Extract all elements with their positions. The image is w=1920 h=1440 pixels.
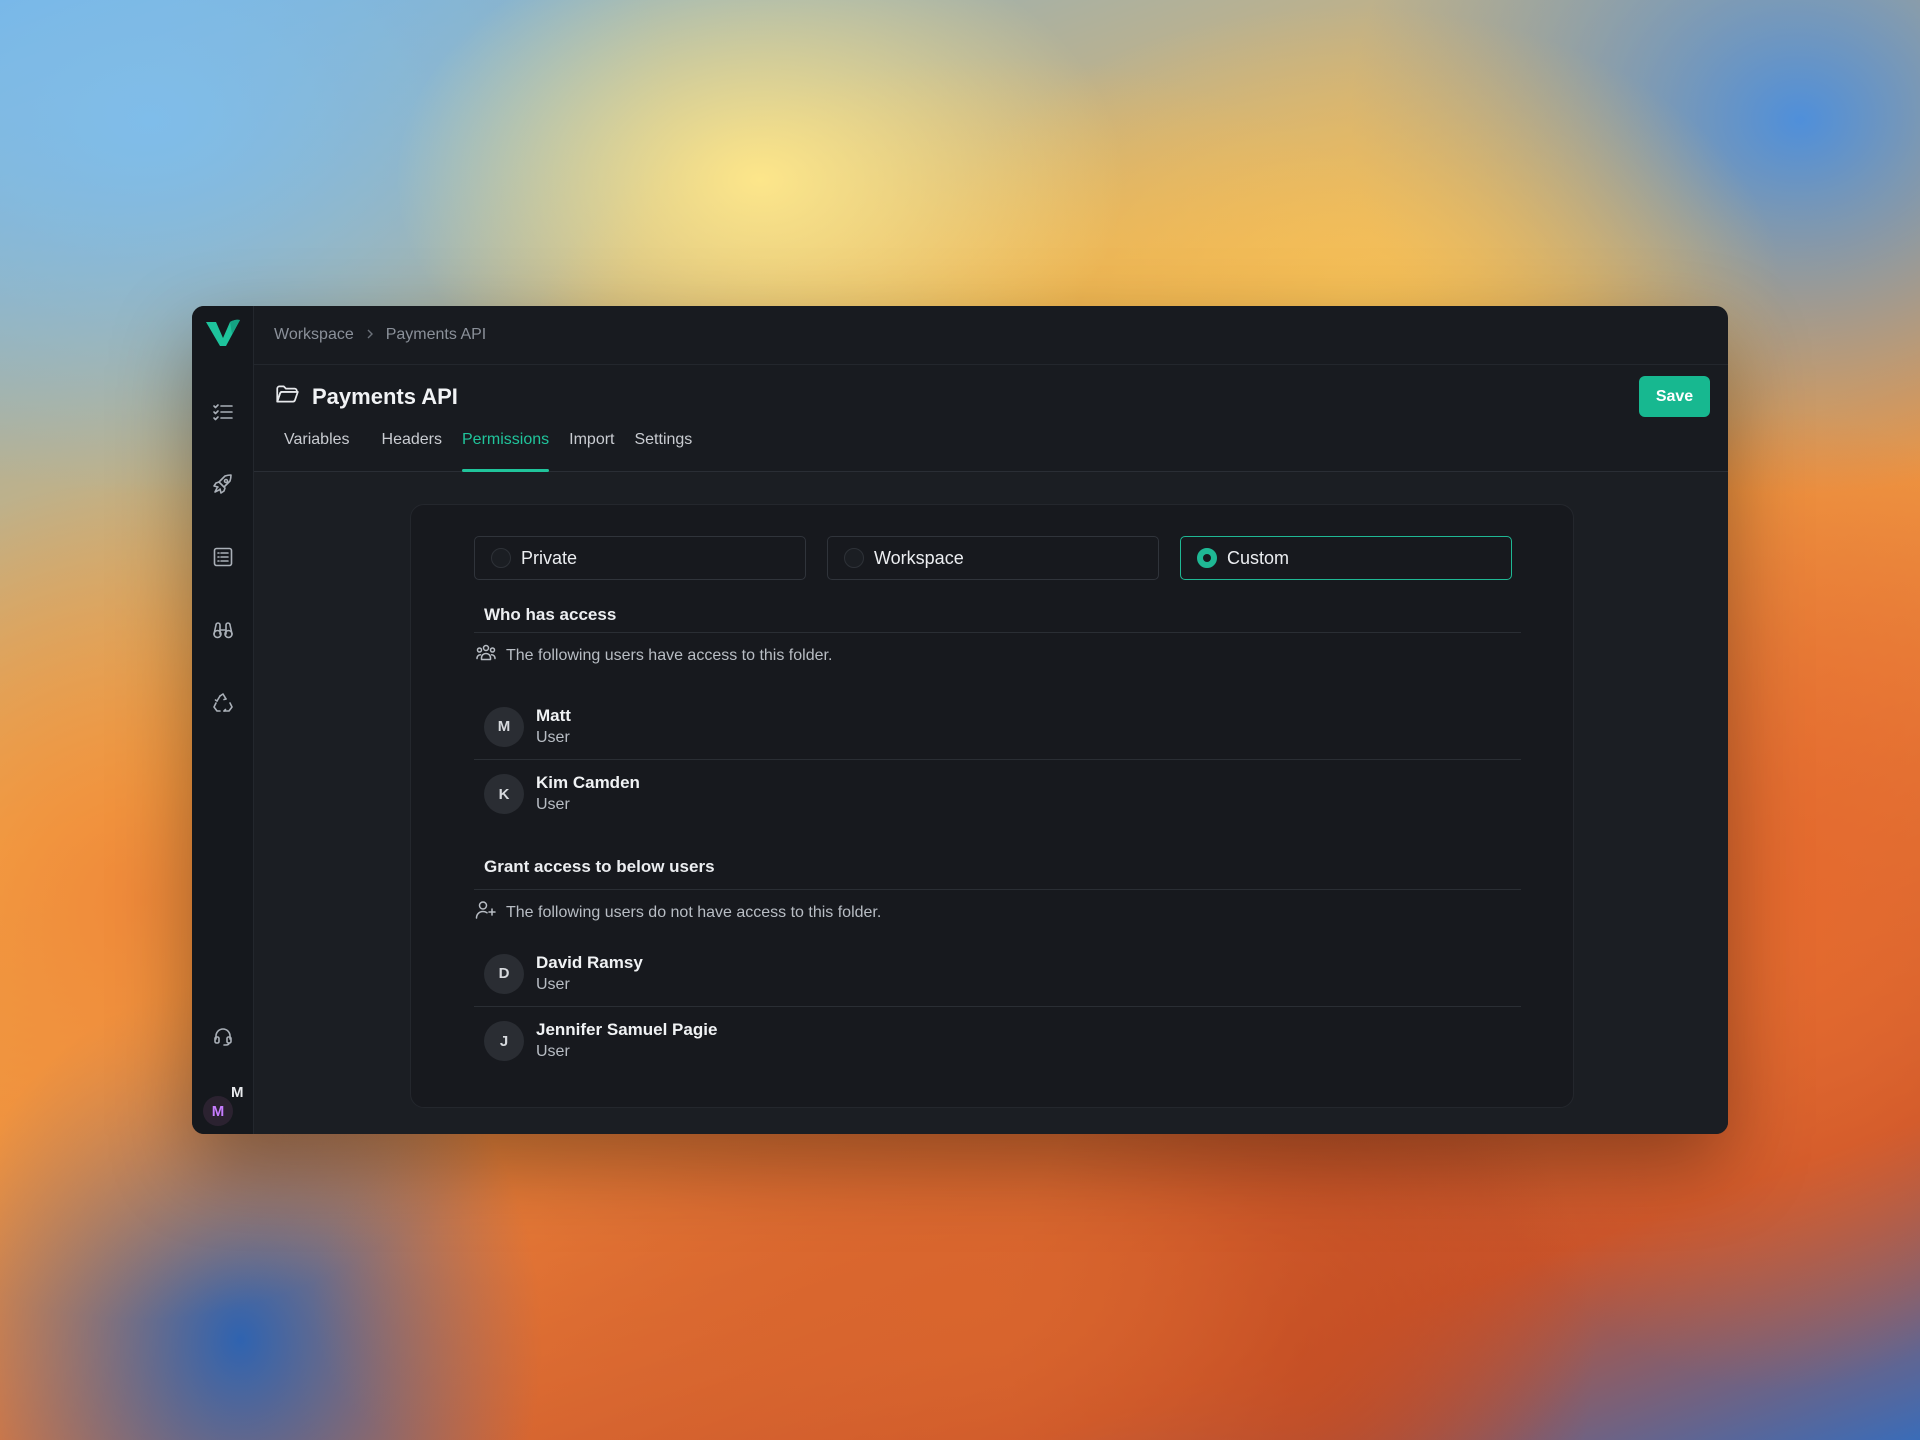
avatar: K	[484, 774, 524, 814]
access-user-row[interactable]: M Matt User	[474, 694, 1521, 760]
user-plus-icon	[474, 898, 498, 927]
access-user-row[interactable]: K Kim Camden User	[474, 761, 1521, 827]
user-name: David Ramsy	[536, 952, 643, 972]
main-area: Workspace Payments API Payments API Save…	[254, 306, 1728, 1134]
sidebar: M M	[192, 306, 254, 1134]
binoculars-icon[interactable]	[207, 614, 239, 646]
page-title: Payments API	[312, 383, 458, 409]
user-role: User	[536, 975, 570, 993]
user-avatar[interactable]: M M	[203, 1084, 244, 1126]
headset-icon[interactable]	[207, 1020, 239, 1052]
app-logo[interactable]	[204, 316, 242, 350]
visibility-workspace-label: Workspace	[874, 547, 964, 568]
breadcrumb: Workspace Payments API	[254, 306, 1728, 365]
divider	[474, 632, 1521, 633]
tab-bar: Variables Headers Permissions Import Set…	[274, 427, 702, 472]
avatar: J	[484, 1021, 524, 1061]
radio-button[interactable]	[491, 548, 511, 568]
who-has-access-title: Who has access	[484, 605, 617, 624]
visibility-workspace-option[interactable]: Workspace	[827, 536, 1159, 580]
save-button[interactable]: Save	[1639, 376, 1710, 417]
permissions-card: Private Workspace Custom Who has access …	[410, 504, 1574, 1108]
user-name: Matt	[536, 705, 571, 725]
description-text: The following users do not have access t…	[506, 903, 882, 921]
visibility-custom-label: Custom	[1227, 547, 1290, 568]
radio-button-selected[interactable]	[1197, 548, 1217, 568]
user-role: User	[536, 796, 570, 813]
rocket-icon[interactable]	[207, 468, 239, 500]
divider	[474, 889, 1521, 890]
checklist-icon[interactable]	[207, 396, 239, 428]
grant-access-description: The following users do not have access t…	[474, 898, 881, 927]
user-role: User	[536, 728, 570, 746]
tab-import[interactable]: Import	[559, 427, 624, 472]
grant-user-row[interactable]: D David Ramsy User	[474, 941, 1521, 1007]
tab-variables[interactable]: Variables	[274, 427, 360, 472]
avatar: D	[484, 953, 524, 994]
tab-settings[interactable]: Settings	[624, 427, 702, 472]
description-text: The following users have access to this …	[506, 646, 833, 664]
visibility-custom-option[interactable]: Custom	[1180, 536, 1512, 580]
folder-icon	[274, 381, 300, 412]
page-header: Payments API Save Variables Headers Perm…	[254, 365, 1728, 472]
user-avatar-badge: M	[231, 1084, 244, 1101]
radio-button[interactable]	[844, 548, 864, 568]
visibility-private-option[interactable]: Private	[474, 536, 806, 580]
tab-permissions[interactable]: Permissions	[462, 427, 550, 472]
breadcrumb-workspace[interactable]: Workspace	[274, 326, 354, 344]
user-name: Jennifer Samuel Pagie	[536, 1020, 718, 1039]
who-has-access-description: The following users have access to this …	[474, 641, 832, 670]
grant-access-title: Grant access to below users	[484, 857, 715, 876]
user-avatar-initial: M	[203, 1096, 233, 1126]
users-group-icon	[474, 641, 498, 670]
user-name: Kim Camden	[536, 773, 640, 792]
breadcrumb-current[interactable]: Payments API	[386, 326, 487, 344]
recycle-icon[interactable]	[207, 687, 239, 719]
app-window: M M Workspace Payments API Payments API …	[192, 306, 1728, 1134]
chevron-right-icon	[364, 327, 376, 343]
avatar: M	[484, 706, 524, 747]
visibility-private-label: Private	[521, 547, 578, 568]
list-box-icon[interactable]	[207, 541, 239, 573]
content-area: Private Workspace Custom Who has access …	[254, 472, 1728, 1134]
user-role: User	[536, 1043, 570, 1060]
tab-headers[interactable]: Headers	[372, 427, 452, 472]
grant-user-row[interactable]: J Jennifer Samuel Pagie User	[474, 1008, 1521, 1074]
